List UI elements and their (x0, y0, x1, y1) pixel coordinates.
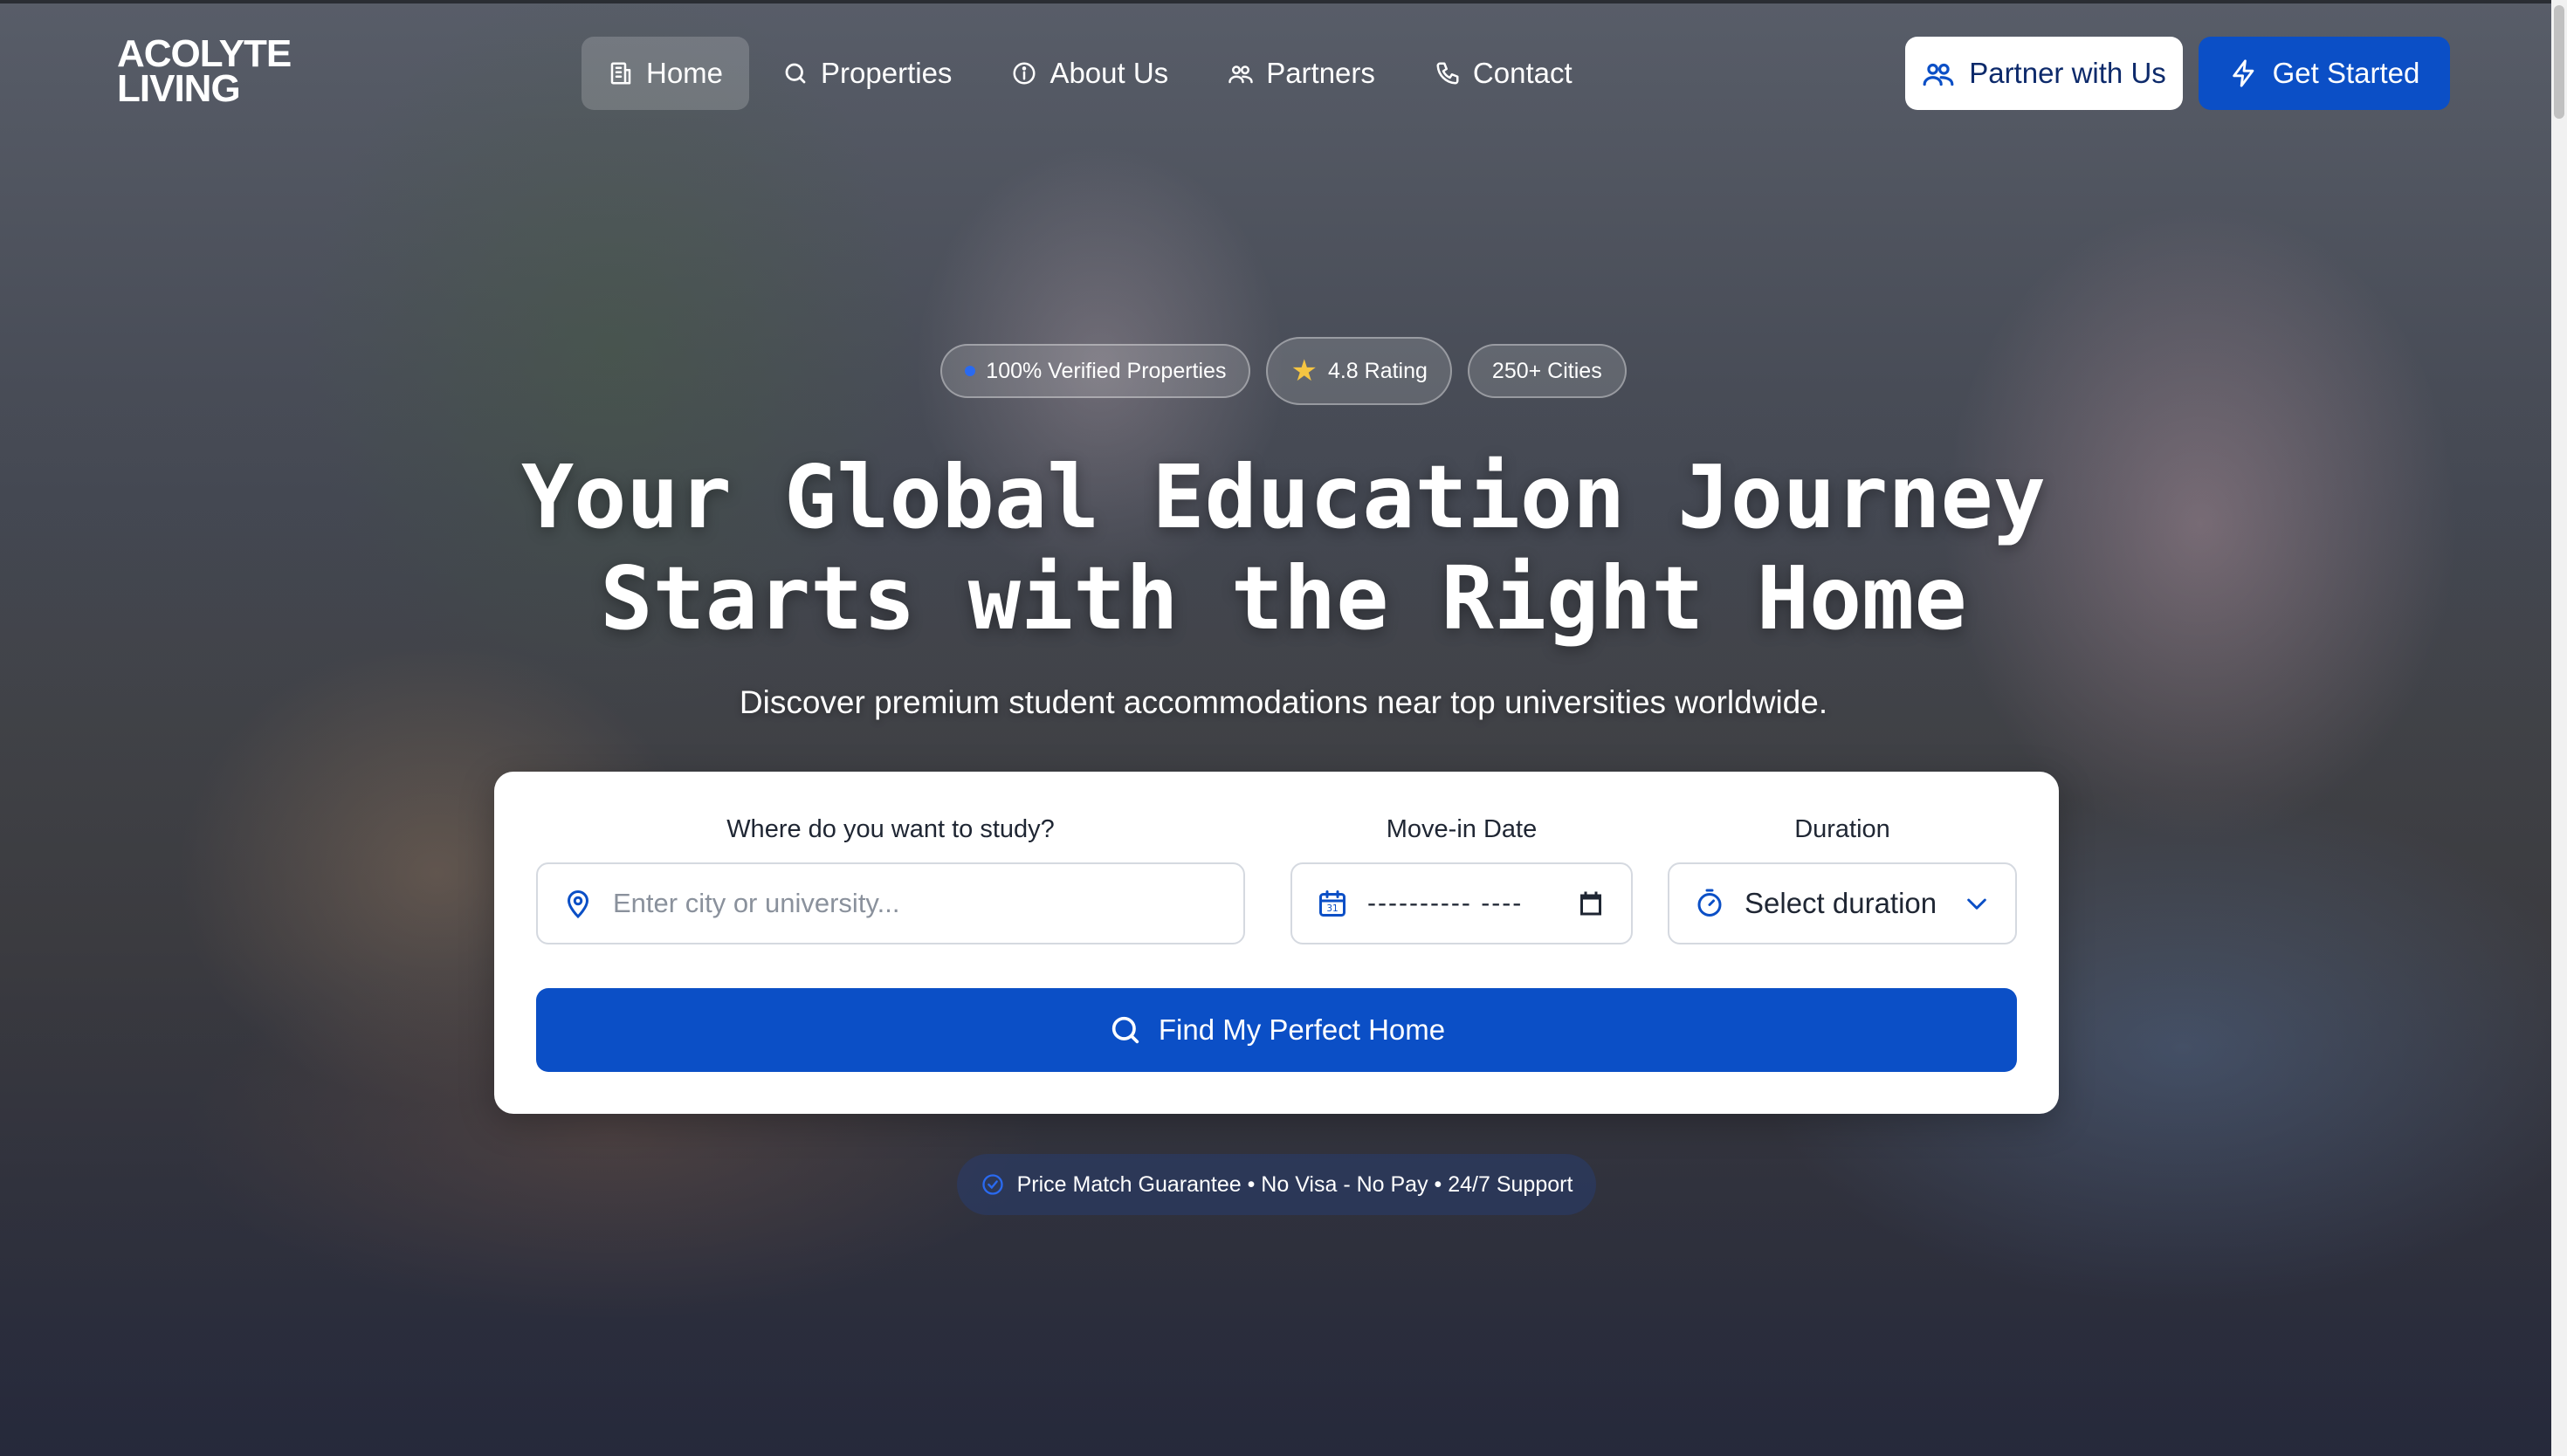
duration-select[interactable]: Select duration (1668, 862, 2017, 944)
page-scrollbar[interactable] (2551, 0, 2567, 1456)
location-label: Where do you want to study? (726, 815, 1055, 843)
nav-item-label: Contact (1472, 57, 1573, 89)
duration-label: Duration (1794, 815, 1890, 843)
phone-icon (1436, 62, 1459, 85)
find-home-button[interactable]: Find My Perfect Home (536, 988, 2017, 1072)
nav-item-partners[interactable]: Partners (1201, 37, 1401, 110)
scrollbar-thumb[interactable] (2554, 5, 2564, 119)
location-placeholder: Enter city or university... (613, 888, 900, 918)
hero-title: Your Global Education Journey Starts wit… (0, 447, 2567, 649)
hero-title-line-2: Starts with the Right Home (600, 547, 1967, 649)
cities-badge-text: 250+ Cities (1491, 358, 1602, 383)
timer-icon (1697, 889, 1722, 917)
search-icon (785, 63, 806, 84)
users-icon (1228, 65, 1253, 84)
move-in-date-value: ---------- ---- (1367, 889, 1524, 917)
chevron-down-icon (1967, 898, 1986, 910)
cities-badge: 250+ Cities (1467, 344, 1627, 398)
hero-title-line-1: Your Global Education Journey (521, 446, 2046, 548)
browser-top-border (0, 0, 2567, 3)
get-started-button[interactable]: Get Started (2199, 37, 2450, 110)
nav-item-label: About Us (1050, 57, 1169, 89)
nav-item-about[interactable]: About Us (985, 37, 1194, 110)
nav-item-properties[interactable]: Properties (756, 37, 978, 110)
duration-value: Select duration (1745, 887, 1937, 919)
lightning-icon (2232, 59, 2254, 87)
building-icon (610, 62, 631, 85)
users-icon (1923, 63, 1954, 86)
nav-item-label: Properties (821, 57, 953, 89)
main-nav: Home Properties About Us Partners Contac… (582, 37, 1599, 110)
nav-item-contact[interactable]: Contact (1408, 37, 1599, 110)
calendar-icon: 31 (1319, 890, 1345, 917)
search-card: Where do you want to study? Enter city o… (494, 772, 2059, 1114)
hero-overlay (0, 0, 2567, 1456)
get-started-label: Get Started (2272, 57, 2420, 89)
guarantee-strip: Price Match Guarantee • No Visa - No Pay… (957, 1154, 1596, 1215)
check-circle-icon (981, 1174, 1003, 1195)
nav-item-label: Partners (1266, 57, 1375, 89)
location-input[interactable]: Enter city or university... (536, 862, 1245, 944)
trust-badges: 100% Verified Properties ★ 4.8 Rating 25… (0, 337, 2567, 405)
verified-badge: 100% Verified Properties (940, 344, 1251, 398)
find-home-label: Find My Perfect Home (1158, 1013, 1446, 1046)
hero-subtitle: Discover premium student accommodations … (739, 684, 1828, 720)
partner-with-us-button[interactable]: Partner with Us (1905, 37, 2183, 110)
search-icon (1111, 1016, 1139, 1044)
partner-button-label: Partner with Us (1969, 57, 2166, 89)
map-pin-icon (567, 890, 589, 919)
brand-line-1: ACOLYTE (117, 32, 292, 75)
nav-item-label: Home (646, 57, 724, 89)
star-icon: ★ (1290, 354, 1318, 388)
rating-badge-text: 4.8 Rating (1327, 358, 1428, 383)
rating-badge: ★ 4.8 Rating (1266, 337, 1452, 405)
calendar-picker-icon[interactable] (1575, 888, 1607, 919)
verified-badge-text: 100% Verified Properties (986, 358, 1227, 383)
guarantee-text: Price Match Guarantee • No Visa - No Pay… (1016, 1171, 1573, 1197)
brand-line-2: LIVING (117, 67, 241, 110)
move-in-date-label: Move-in Date (1386, 815, 1538, 843)
info-icon (1013, 62, 1036, 85)
move-in-date-input[interactable]: 31 ---------- ---- (1290, 862, 1633, 944)
brand-logo[interactable]: ACOLYTE LIVING (117, 32, 292, 110)
svg-text:31: 31 (1326, 903, 1338, 914)
dot-icon (965, 366, 976, 376)
nav-item-home[interactable]: Home (582, 37, 750, 110)
